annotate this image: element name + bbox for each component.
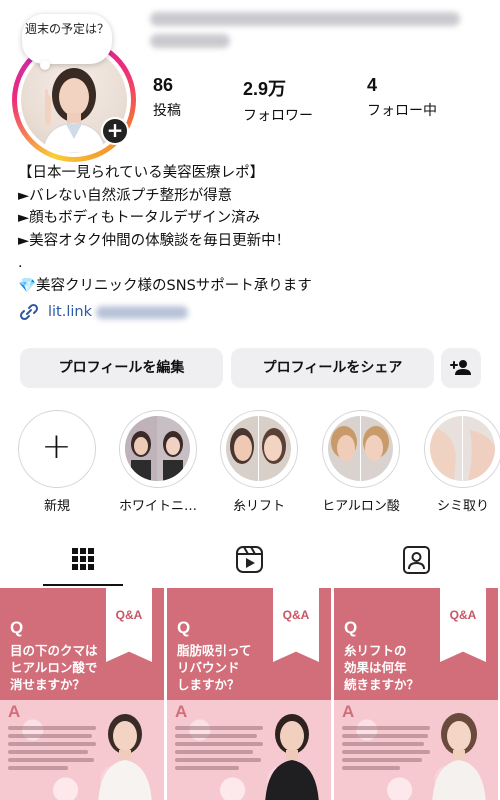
highlight-ring [220, 410, 298, 488]
note-bubble[interactable]: 週末の予定は？ [22, 14, 112, 70]
link-icon [19, 304, 39, 321]
tab-tagged[interactable] [337, 540, 497, 586]
following-label: フォロー中 [367, 103, 437, 119]
qa-badge: Q&A [106, 588, 152, 662]
tagged-icon [403, 546, 430, 574]
highlight-ring [119, 410, 197, 488]
answer-label: A [175, 702, 188, 721]
answer-label: A [8, 702, 21, 721]
bio-line: . [18, 255, 23, 271]
highlight-spot-removal[interactable]: シミ取り [422, 410, 500, 514]
bio-link[interactable]: lit.link [18, 301, 488, 324]
highlight-new[interactable]: + 新規 [16, 410, 98, 514]
stat-following[interactable]: 4 フォロー中 [367, 75, 437, 120]
followers-label: フォロワー [243, 108, 313, 124]
stat-followers[interactable]: 2.9万 フォロワー [243, 75, 313, 125]
post-tile[interactable]: Q&A Q 糸リフトの 効果は何年 続きますか？ A [334, 588, 498, 800]
highlight-ring [322, 410, 400, 488]
answer-text-placeholder [342, 726, 430, 786]
bio-line: 【日本一見られている美容医療レポ】 [18, 165, 265, 181]
highlight-thumbnail [430, 416, 495, 481]
bio-line: 💎美容クリニック様のSNSサポート承ります [18, 277, 312, 294]
highlight-ring: + [18, 410, 96, 488]
highlight-label: シミ取り [436, 499, 489, 514]
grid-icon [72, 548, 94, 570]
highlight-thumbnail [226, 416, 291, 481]
tab-posts-grid[interactable] [3, 540, 163, 586]
reels-icon [236, 546, 263, 573]
post-question: 糸リフトの 効果は何年 続きますか？ [344, 643, 420, 692]
highlight-label: ヒアルロン酸 [322, 499, 400, 514]
highlight-label: 新規 [43, 499, 70, 514]
question-mark-label: Q [344, 618, 358, 637]
following-count: 4 [367, 75, 378, 95]
post-question: 目の下のクマは ヒアルロン酸で 消せますか？ [10, 643, 98, 692]
highlight-label: 糸リフト [232, 499, 285, 514]
followers-count: 2.9万 [243, 79, 287, 99]
blurred-profile-name [150, 12, 470, 58]
blurred-link-path [96, 305, 188, 319]
posts-count: 86 [153, 75, 174, 95]
qa-badge: Q&A [440, 588, 486, 662]
link-text[interactable]: lit.link [48, 301, 92, 324]
bio-line: ►美容オタク仲間の体験談を毎日更新中！ [18, 232, 291, 249]
highlight-ring [424, 410, 500, 488]
model-photo [265, 714, 319, 800]
bio-line: ►顔もボディもトータルデザイン済み [18, 210, 261, 226]
model-photo [432, 713, 486, 800]
highlight-thread-lift[interactable]: 糸リフト [218, 410, 300, 514]
highlight-whitening[interactable]: ホワイトニ… [117, 410, 199, 514]
plus-icon: + [41, 426, 72, 467]
question-mark-label: Q [177, 618, 191, 637]
edit-profile-button[interactable]: プロフィールを編集 [20, 348, 223, 388]
qa-badge: Q&A [273, 588, 319, 662]
post-tile[interactable]: Q&A Q 脂肪吸引って リバウンド しますか？ A [167, 588, 331, 800]
highlight-hyaluronic[interactable]: ヒアルロン酸 [320, 410, 402, 514]
profile-bio: 【日本一見られている美容医療レポ】 ►バレない自然派プチ整形が得意 ►顔もボディ… [18, 162, 488, 324]
share-profile-button[interactable]: プロフィールをシェア [231, 348, 434, 388]
highlight-label: ホワイトニ… [118, 499, 197, 514]
highlight-thumbnail [125, 416, 190, 481]
stat-posts[interactable]: 86 投稿 [153, 75, 181, 120]
active-tab-indicator [43, 584, 123, 586]
answer-label: A [342, 702, 355, 721]
highlight-thumbnail [328, 416, 393, 481]
tab-reels[interactable] [170, 540, 330, 586]
bio-line: ►バレない自然派プチ整形が得意 [18, 187, 233, 204]
answer-text-placeholder [8, 726, 96, 786]
posts-label: 投稿 [153, 103, 181, 119]
add-person-icon [450, 360, 471, 375]
question-mark-label: Q [10, 618, 24, 637]
post-question: 脂肪吸引って リバウンド しますか？ [177, 643, 252, 692]
discover-people-button[interactable] [441, 348, 481, 388]
post-tile[interactable]: Q&A Q 目の下のクマは ヒアルロン酸で 消せますか？ A [0, 588, 164, 800]
model-photo [98, 714, 152, 800]
add-story-button[interactable]: + [101, 117, 129, 145]
answer-text-placeholder [175, 726, 263, 786]
